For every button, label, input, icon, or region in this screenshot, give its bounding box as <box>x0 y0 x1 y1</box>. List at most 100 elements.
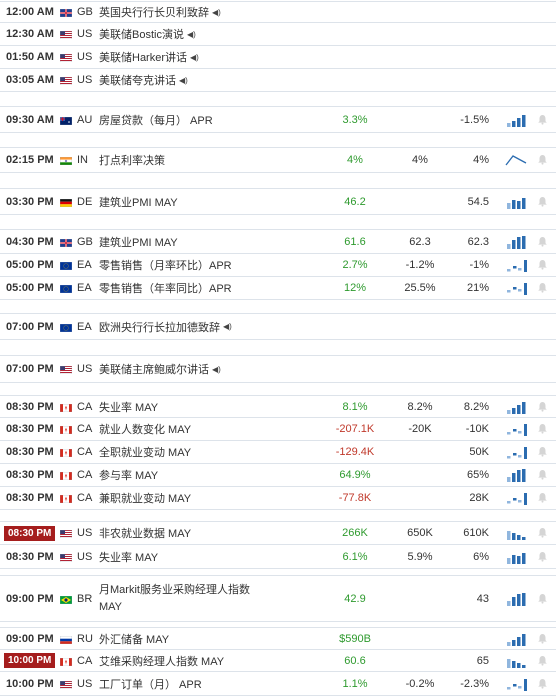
event-name[interactable]: 英国央行行长贝利致辞 ◀) <box>99 2 221 22</box>
event-name-text[interactable]: 全职就业变动 MAY <box>99 444 191 460</box>
table-row[interactable]: 03:05 AM US 美联储夸克讲话 ◀) <box>0 69 556 92</box>
table-row[interactable]: 05:00 PM EA 零售销售（年率同比）APR 12% 25.5% 21% <box>0 277 556 300</box>
table-row[interactable]: 09:00 PM BR 月Markit服务业采购经理人指数 MAY 42.9 43 <box>0 575 556 622</box>
table-row[interactable]: 07:00 PM US 美联储主席鲍威尔讲话 ◀) <box>0 355 556 383</box>
event-name-text[interactable]: 打点利率决策 <box>99 152 165 168</box>
table-row[interactable]: 03:30 PM DE 建筑业PMI MAY 46.2 54.5 <box>0 188 556 215</box>
sparkline-chart-icon[interactable] <box>505 677 528 691</box>
sparkline-chart-icon[interactable] <box>505 550 527 564</box>
event-name-text[interactable]: 参与率 MAY <box>99 467 158 483</box>
sparkline-chart-icon[interactable] <box>505 281 528 295</box>
event-name-text[interactable]: 房屋贷款（每月） APR <box>99 112 213 128</box>
event-name[interactable]: 参与率 MAY <box>99 464 158 486</box>
event-name-text[interactable]: 就业人数变化 MAY <box>99 421 191 437</box>
event-name-text[interactable]: 欧洲央行行长拉加德致辞 <box>99 319 220 335</box>
sparkline-chart-icon[interactable] <box>505 195 527 209</box>
event-name[interactable]: 零售销售（月率环比）APR <box>99 254 232 276</box>
bell-icon[interactable] <box>537 196 548 207</box>
event-name-text[interactable]: 外汇储备 MAY <box>99 631 169 647</box>
event-name-text[interactable]: 英国央行行长贝利致辞 <box>99 4 209 20</box>
event-name-text[interactable]: 美联储Bostic演说 <box>99 26 184 42</box>
table-row[interactable]: 08:30 PM US 失业率 MAY 6.1% 5.9% 6% <box>0 545 556 569</box>
event-name-text[interactable]: 美联储Harker讲话 <box>99 49 187 65</box>
event-name[interactable]: 非农就业数据 MAY <box>99 522 191 544</box>
event-name-text[interactable]: 工厂订单（月） APR <box>99 676 202 692</box>
bell-icon[interactable] <box>537 114 548 125</box>
event-name[interactable]: 美联储Bostic演说 ◀) <box>99 23 196 45</box>
event-name[interactable]: 艾维采购经理人指数 MAY <box>99 650 224 671</box>
event-name[interactable]: 零售销售（年率同比）APR <box>99 277 232 299</box>
sparkline-chart-icon[interactable] <box>505 526 527 540</box>
bell-icon[interactable] <box>537 446 548 457</box>
sparkline-chart-icon[interactable] <box>505 113 527 127</box>
bell-icon[interactable] <box>537 236 548 247</box>
bell-icon[interactable] <box>537 678 548 689</box>
event-name[interactable]: 就业人数变化 MAY <box>99 418 191 440</box>
bell-icon[interactable] <box>537 551 548 562</box>
event-name[interactable]: 失业率 MAY <box>99 396 158 417</box>
sparkline-chart-icon[interactable] <box>505 468 527 482</box>
table-row[interactable]: 08:30 PM CA 参与率 MAY 64.9% 65% <box>0 464 556 487</box>
event-name[interactable]: 美联储Harker讲话 ◀) <box>99 46 199 68</box>
table-row[interactable]: 02:15 PM IN 打点利率决策 4% 4% 4% <box>0 147 556 173</box>
bell-icon[interactable] <box>537 423 548 434</box>
table-row[interactable]: 12:00 AM GB 英国央行行长贝利致辞 ◀) <box>0 1 556 23</box>
event-name[interactable]: 外汇储备 MAY <box>99 628 169 649</box>
event-name-text[interactable]: 建筑业PMI MAY <box>99 234 178 250</box>
sparkline-chart-icon[interactable] <box>505 258 528 272</box>
event-name[interactable]: 房屋贷款（每月） APR <box>99 107 213 132</box>
bell-icon[interactable] <box>537 593 548 604</box>
event-name[interactable]: 建筑业PMI MAY <box>99 230 178 253</box>
sparkline-chart-icon[interactable] <box>505 654 527 668</box>
event-name[interactable]: 美联储主席鲍威尔讲话 ◀) <box>99 356 221 382</box>
event-name-text[interactable]: 建筑业PMI MAY <box>99 194 178 210</box>
table-row[interactable]: 09:30 AM AU 房屋贷款（每月） APR 3.3% -1.5% <box>0 106 556 133</box>
event-name-text[interactable]: 月Markit服务业采购经理人指数 MAY <box>99 584 250 613</box>
table-row[interactable]: 07:00 PM EA 欧洲央行行长拉加德致辞 ◀) <box>0 313 556 340</box>
table-row[interactable]: 08:30 PM CA 全职就业变动 MAY -129.4K 50K <box>0 441 556 464</box>
bell-icon[interactable] <box>537 492 548 503</box>
bell-icon[interactable] <box>537 259 548 270</box>
event-name[interactable]: 工厂订单（月） APR <box>99 672 202 695</box>
bell-icon[interactable] <box>537 469 548 480</box>
event-name[interactable]: 美联储夸克讲话 ◀) <box>99 69 188 91</box>
event-name-text[interactable]: 零售销售（年率同比）APR <box>99 280 232 296</box>
table-row[interactable]: 04:30 PM GB 建筑业PMI MAY 61.6 62.3 62.3 <box>0 229 556 254</box>
event-name-text[interactable]: 美联储主席鲍威尔讲话 <box>99 361 209 377</box>
event-name[interactable]: 失业率 MAY <box>99 545 158 568</box>
event-name-text[interactable]: 美联储夸克讲话 <box>99 72 176 88</box>
bell-icon[interactable] <box>537 633 548 644</box>
event-name-text[interactable]: 非农就业数据 MAY <box>99 525 191 541</box>
sparkline-chart-icon[interactable] <box>505 445 528 459</box>
bell-icon[interactable] <box>537 527 548 538</box>
sparkline-chart-icon[interactable] <box>505 400 527 414</box>
bell-icon[interactable] <box>537 282 548 293</box>
event-name[interactable]: 全职就业变动 MAY <box>99 441 191 463</box>
table-row[interactable]: 08:30 PM US 非农就业数据 MAY 266K 650K 610K <box>0 521 556 545</box>
event-name-text[interactable]: 失业率 MAY <box>99 549 158 565</box>
sparkline-chart-icon[interactable] <box>505 235 527 249</box>
event-name[interactable]: 兼职就业变动 MAY <box>99 487 191 509</box>
table-row[interactable]: 12:30 AM US 美联储Bostic演说 ◀) <box>0 23 556 46</box>
event-name-text[interactable]: 失业率 MAY <box>99 399 158 415</box>
bell-icon[interactable] <box>537 154 548 165</box>
table-row[interactable]: 05:00 PM EA 零售销售（月率环比）APR 2.7% -1.2% -1% <box>0 254 556 277</box>
bell-icon[interactable] <box>537 655 548 666</box>
table-row[interactable]: 08:30 PM CA 失业率 MAY 8.1% 8.2% 8.2% <box>0 395 556 418</box>
event-name-text[interactable]: 兼职就业变动 MAY <box>99 490 191 506</box>
sparkline-chart-icon[interactable] <box>505 632 527 646</box>
event-name[interactable]: 月Markit服务业采购经理人指数 MAY <box>99 582 269 616</box>
table-row[interactable]: 01:50 AM US 美联储Harker讲话 ◀) <box>0 46 556 69</box>
table-row[interactable]: 10:00 PM CA 艾维采购经理人指数 MAY 60.6 65 <box>0 650 556 672</box>
table-row[interactable]: 08:30 PM CA 就业人数变化 MAY -207.1K -20K -10K <box>0 418 556 441</box>
table-row[interactable]: 08:30 PM CA 兼职就业变动 MAY -77.8K 28K <box>0 487 556 510</box>
sparkline-chart-icon[interactable] <box>505 592 527 606</box>
event-name[interactable]: 打点利率决策 <box>99 148 165 172</box>
event-name-text[interactable]: 零售销售（月率环比）APR <box>99 257 232 273</box>
sparkline-chart-icon[interactable] <box>505 422 528 436</box>
event-name-text[interactable]: 艾维采购经理人指数 MAY <box>99 653 224 669</box>
event-name[interactable]: 欧洲央行行长拉加德致辞 ◀) <box>99 314 232 339</box>
bell-icon[interactable] <box>537 401 548 412</box>
sparkline-chart-icon[interactable] <box>505 153 527 167</box>
event-name[interactable]: 建筑业PMI MAY <box>99 189 178 214</box>
